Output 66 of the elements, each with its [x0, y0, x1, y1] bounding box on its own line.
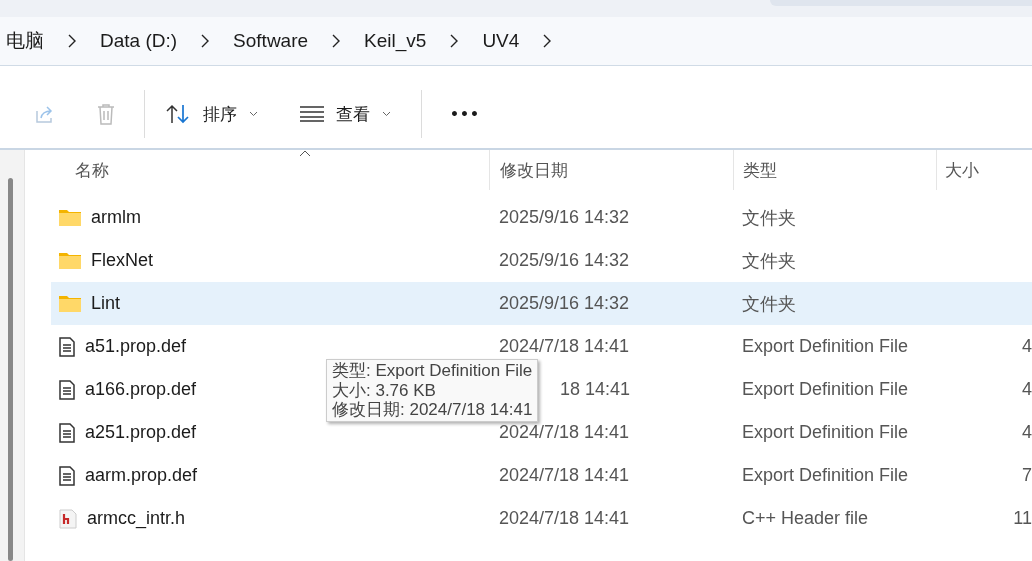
date-text: 2024/7/18 14:41: [499, 465, 630, 486]
breadcrumb-item[interactable]: Keil_v5: [352, 30, 439, 52]
date-text: 2024/7/18 14:41: [499, 336, 630, 357]
file-name: armcc_intr.h: [87, 508, 186, 529]
size-text: 4: [1022, 379, 1032, 400]
sort-button[interactable]: 排序: [153, 92, 270, 136]
sort-arrows-icon: [165, 104, 191, 124]
folder-icon: [59, 295, 81, 312]
column-header[interactable]: 修改日期: [489, 150, 733, 190]
file-name: a166.prop.def: [85, 379, 197, 400]
tooltip-line: 修改日期: 2024/7/18 14:41: [332, 400, 533, 420]
date-text: 2025/9/16 14:32: [499, 250, 630, 271]
chevron-icon[interactable]: [332, 34, 341, 48]
size-text: 4: [1022, 422, 1032, 443]
more-button[interactable]: •••: [438, 92, 492, 136]
column-header[interactable]: 类型: [733, 150, 936, 190]
date-text: 2024/7/18 14:41: [499, 422, 630, 443]
column-header[interactable]: 名称: [51, 150, 489, 190]
date-text: 18 14:41: [558, 379, 630, 400]
type-text: 文件夹: [742, 206, 796, 230]
file-name: armlm: [91, 207, 141, 228]
size-text: 11: [1013, 508, 1032, 529]
size-text: 7: [1022, 465, 1032, 486]
share-icon: [33, 103, 55, 125]
type-text: Export Definition File: [742, 422, 909, 443]
sort-caret-icon: [299, 150, 311, 157]
caret-icon: [382, 111, 391, 117]
file-name: a251.prop.def: [85, 422, 197, 443]
date-text: 2025/9/16 14:32: [499, 293, 630, 314]
type-text: C++ Header file: [742, 508, 869, 529]
size-text: 4: [1022, 336, 1032, 357]
tooltip-line: 大小: 3.76 KB: [332, 380, 437, 400]
breadcrumb-item[interactable]: Software: [221, 30, 321, 52]
file-name: aarm.prop.def: [85, 465, 198, 486]
breadcrumb-item[interactable]: 电脑: [0, 28, 56, 54]
chevron-icon[interactable]: [450, 34, 459, 48]
document-icon: [59, 336, 75, 357]
breadcrumb-item[interactable]: UV4: [470, 30, 532, 52]
folder-icon: [59, 252, 81, 269]
breadcrumb-item[interactable]: Data (D:): [88, 30, 190, 52]
scrollbar[interactable]: [8, 178, 13, 561]
caret-icon: [249, 111, 258, 117]
type-text: 文件夹: [742, 249, 796, 273]
file-name: a51.prop.def: [85, 336, 187, 357]
file-name: Lint: [91, 293, 121, 314]
column-header[interactable]: 大小: [936, 150, 1032, 190]
document-icon: [59, 422, 75, 443]
chevron-icon[interactable]: [68, 34, 76, 48]
chevron-icon[interactable]: [543, 34, 552, 48]
type-text: Export Definition File: [742, 379, 909, 400]
lines-icon: [300, 106, 324, 122]
chevron-icon[interactable]: [201, 34, 210, 48]
document-icon: [59, 379, 75, 400]
tooltip-line: 类型: Export Definition File: [332, 361, 533, 381]
document-icon: [59, 465, 75, 486]
type-text: Export Definition File: [742, 465, 909, 486]
file-name: FlexNet: [91, 250, 153, 271]
address-bar[interactable]: 电脑 Data (D:) Software Keil_v5 UV4: [0, 17, 1032, 66]
type-text: Export Definition File: [742, 336, 909, 357]
date-text: 2025/9/16 14:32: [499, 207, 630, 228]
header-file-icon: [59, 508, 77, 529]
view-button[interactable]: 查看: [288, 92, 403, 136]
date-text: 2024/7/18 14:41: [499, 508, 630, 529]
trash-icon: [96, 103, 116, 125]
folder-icon: [59, 209, 81, 226]
type-text: 文件夹: [742, 292, 796, 316]
